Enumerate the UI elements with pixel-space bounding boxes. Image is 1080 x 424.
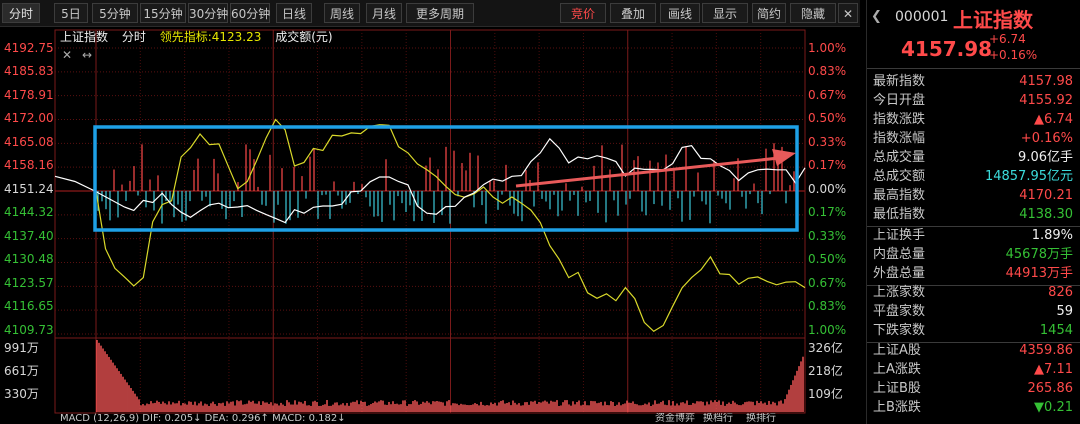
quote-stat-value: 265.86: [1027, 381, 1074, 396]
quote-stat-row: 最新指数 4157.98: [873, 72, 1073, 91]
quote-stat-label: 最低指数: [873, 207, 926, 222]
quote-stat-value: 826: [1048, 285, 1073, 300]
quote-stat-label: 上证换手: [873, 228, 926, 243]
quote-stat-label: 最新指数: [873, 74, 926, 89]
quote-stat-value: 4138.30: [1019, 207, 1073, 222]
prev-arrow-icon[interactable]: ❮: [871, 9, 882, 24]
quote-stat-row: 最低指数 4138.30: [873, 205, 1073, 224]
quote-stat-row: 外盘总量 44913万手: [873, 264, 1073, 283]
quote-stat-row: 上证A股 4359.86: [873, 341, 1073, 360]
quote-stat-row: 总成交额 14857.95亿元: [873, 167, 1073, 186]
quote-stat-label: 下跌家数: [873, 323, 926, 338]
quote-stat-label: 上B涨跌: [873, 400, 921, 415]
quote-header: ❮ 000001 上证指数 4157.98 +6.74 +0.16%: [867, 0, 1080, 68]
quote-stat-value: 1454: [1039, 323, 1073, 338]
quote-stat-value: ▲7.11: [1034, 362, 1073, 377]
macd-indicator-text: MACD (12,26,9) DIF: 0.205↓ DEA: 0.296↑ M…: [60, 413, 346, 424]
quote-stat-value: ▼0.21: [1034, 400, 1073, 415]
chart-grid: [54, 29, 806, 414]
quote-stat-label: 平盘家数: [873, 304, 926, 319]
direction-bars: [97, 143, 795, 224]
quote-stat-row: 指数涨跌 ▲6.74: [873, 110, 1073, 129]
quote-stat-row: 上B涨跌 ▼0.21: [873, 398, 1073, 417]
stock-code: 000001: [895, 9, 949, 25]
trend-arrow-head: [772, 149, 796, 166]
crosshair-close-icon[interactable]: ✕: [62, 48, 72, 62]
quote-stat-row: 平盘家数 59: [873, 302, 1073, 321]
quote-stat-label: 上证B股: [873, 381, 921, 396]
quote-stat-value: 59: [1056, 304, 1073, 319]
trend-arrow-shaft: [515, 156, 780, 188]
quote-stat-row: 内盘总量 45678万手: [873, 245, 1073, 264]
quote-stat-row: 下跌家数 1454: [873, 321, 1073, 340]
link-switch-rank[interactable]: 换排行: [746, 413, 776, 424]
link-switch-row[interactable]: 换档行: [703, 413, 733, 424]
chart-frame: [54, 29, 806, 414]
quote-stat-value: 14857.95亿元: [984, 169, 1073, 184]
quote-stat-row: 上涨家数 826: [873, 283, 1073, 302]
quote-stat-value: 4155.92: [1019, 93, 1073, 108]
quote-stat-value: 4157.98: [1019, 74, 1073, 89]
quote-stat-value: 44913万手: [1005, 266, 1073, 281]
quote-stat-value: 1.89%: [1031, 228, 1073, 243]
quote-stat-label: 外盘总量: [873, 266, 926, 281]
price-change-percent: +0.16%: [989, 48, 1038, 62]
quote-stat-label: 上A涨跌: [873, 362, 921, 377]
divider: [867, 68, 1080, 69]
quote-stat-label: 最高指数: [873, 188, 926, 203]
quote-stat-label: 今日开盘: [873, 93, 926, 108]
quote-stat-label: 指数涨幅: [873, 131, 926, 146]
expand-arrows-icon[interactable]: ↔: [82, 48, 92, 62]
quote-stat-value: ▲6.74: [1034, 112, 1073, 127]
quote-stat-value: 45678万手: [1005, 247, 1073, 262]
quote-stat-value: 9.06亿手: [1018, 150, 1073, 165]
quote-stat-row: 上证换手 1.89%: [873, 226, 1073, 245]
intraday-chart[interactable]: ✕ ↔: [0, 0, 866, 424]
stock-name: 上证指数: [953, 8, 1033, 32]
quote-stat-value: 4170.21: [1019, 188, 1073, 203]
quote-stat-row: 最高指数 4170.21: [873, 186, 1073, 205]
link-capital-game[interactable]: 资金博弈: [655, 413, 695, 424]
quote-panel: ❮ 000001 上证指数 4157.98 +6.74 +0.16% 最新指数 4…: [866, 0, 1080, 424]
quote-stat-value: 4359.86: [1019, 343, 1073, 358]
quote-stat-label: 上证A股: [873, 343, 921, 358]
quote-stat-label: 内盘总量: [873, 247, 926, 262]
quote-stat-row: 今日开盘 4155.92: [873, 91, 1073, 110]
price-change: +6.74: [989, 32, 1026, 46]
quote-stat-label: 指数涨跌: [873, 112, 926, 127]
quote-stat-label: 总成交量: [873, 150, 926, 165]
quote-stat-row: 指数涨幅 +0.16%: [873, 129, 1073, 148]
quote-stat-value: +0.16%: [1020, 131, 1073, 146]
quote-stat-label: 上涨家数: [873, 285, 926, 300]
quote-stat-label: 总成交额: [873, 169, 926, 184]
current-price: 4157.98: [901, 37, 993, 61]
quote-stat-row: 上A涨跌 ▲7.11: [873, 360, 1073, 379]
quote-stat-row: 上证B股 265.86: [873, 379, 1073, 398]
macd-bar: MACD (12,26,9) DIF: 0.205↓ DEA: 0.296↑ M…: [0, 413, 860, 424]
quote-stat-row: 总成交量 9.06亿手: [873, 148, 1073, 167]
